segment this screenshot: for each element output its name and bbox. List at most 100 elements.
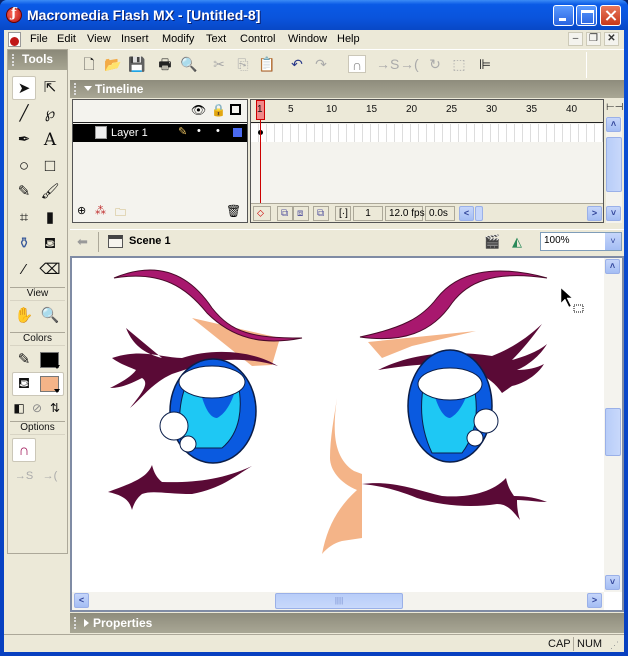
redo-icon[interactable]: ↷: [312, 55, 330, 73]
stage-canvas[interactable]: [72, 258, 604, 592]
doc-restore-button[interactable]: ❐: [586, 32, 601, 46]
scroll-up-button[interactable]: ˄: [606, 117, 621, 132]
back-arrow-icon[interactable]: ⬅: [77, 234, 88, 250]
new-file-icon[interactable]: 🗋: [80, 55, 98, 73]
scroll-left-button[interactable]: <: [459, 206, 474, 221]
stage-vscroll[interactable]: ˄ ˅: [604, 258, 622, 592]
smooth-option-icon[interactable]: →S: [12, 464, 36, 488]
align-icon[interactable]: ⊫: [476, 55, 494, 73]
menu-edit[interactable]: Edit: [57, 33, 76, 45]
straighten-option-icon[interactable]: →(: [38, 464, 62, 488]
frame-view-menu-icon[interactable]: ⊢⊣: [606, 99, 623, 117]
menu-text[interactable]: Text: [206, 33, 226, 45]
menu-view[interactable]: View: [87, 33, 111, 45]
properties-panel-header[interactable]: Properties: [70, 613, 624, 633]
no-color-icon[interactable]: ⊘: [28, 396, 46, 420]
open-folder-icon[interactable]: 📂: [104, 55, 122, 73]
free-transform-tool-icon[interactable]: ⌗: [12, 206, 36, 230]
copy-icon[interactable]: ⎘: [234, 55, 252, 73]
menu-file[interactable]: File: [30, 33, 48, 45]
save-icon[interactable]: 💾: [128, 55, 146, 73]
doc-minimize-button[interactable]: –: [568, 32, 583, 46]
chevron-down-icon[interactable]: ˅: [605, 233, 621, 250]
menu-help[interactable]: Help: [337, 33, 360, 45]
text-tool-icon[interactable]: A: [38, 128, 62, 152]
scroll-down-button[interactable]: ˅: [606, 206, 621, 221]
paste-icon[interactable]: 📋: [258, 55, 276, 73]
oval-tool-icon[interactable]: ○: [12, 154, 36, 178]
fill-color-swatch[interactable]: [40, 376, 60, 393]
layer-row[interactable]: Layer 1 ✎ • •: [73, 124, 247, 142]
frame-row[interactable]: [251, 124, 603, 142]
add-guide-layer-icon[interactable]: ⁂: [95, 204, 106, 217]
print-preview-icon[interactable]: 🔍: [180, 55, 198, 73]
collapse-arrow-icon[interactable]: [84, 86, 92, 91]
lock-dot-icon[interactable]: •: [216, 125, 220, 137]
scene-label[interactable]: Scene 1: [129, 235, 171, 247]
hand-tool-icon[interactable]: ✋: [12, 304, 36, 328]
menu-control[interactable]: Control: [240, 33, 275, 45]
eye-icon[interactable]: 👁: [191, 103, 206, 117]
default-colors-icon[interactable]: ◧: [10, 396, 28, 420]
zoom-select[interactable]: 100% ˅: [540, 232, 622, 251]
ink-bottle-tool-icon[interactable]: ⚱: [12, 232, 36, 256]
straighten-icon[interactable]: →(: [400, 55, 419, 73]
menu-window[interactable]: Window: [288, 33, 327, 45]
scroll-up-button[interactable]: ˄: [605, 259, 620, 274]
scroll-right-button[interactable]: >: [587, 593, 602, 608]
title-bar[interactable]: Macromedia Flash MX - [Untitled-8]: [0, 0, 628, 30]
visible-dot-icon[interactable]: •: [197, 125, 201, 137]
timeline-header[interactable]: Timeline: [70, 80, 624, 98]
smooth-icon[interactable]: →S: [376, 55, 399, 73]
edit-multiple-frames-icon[interactable]: ⧉: [313, 206, 329, 221]
fill-transform-tool-icon[interactable]: ▮: [38, 206, 62, 230]
print-icon[interactable]: 🖶: [156, 55, 174, 73]
timeline-vscroll[interactable]: ˄ ˅: [606, 117, 622, 223]
arrow-tool-icon[interactable]: ➤: [12, 76, 36, 100]
resize-grip-icon[interactable]: ⋰: [610, 640, 619, 651]
insert-layer-icon[interactable]: ⊕: [77, 204, 86, 217]
zoom-tool-icon[interactable]: 🔍: [38, 304, 62, 328]
paint-bucket-tool-icon[interactable]: ⛾: [38, 232, 62, 256]
insert-folder-icon[interactable]: 🗀: [115, 204, 126, 223]
modify-onion-markers-icon[interactable]: [·]: [335, 206, 351, 221]
brush-tool-icon[interactable]: 🖌: [38, 180, 62, 204]
undo-icon[interactable]: ↶: [288, 55, 306, 73]
scroll-right-button[interactable]: >: [587, 206, 602, 221]
minimize-button[interactable]: [553, 5, 574, 26]
swap-colors-icon[interactable]: ⇅: [46, 396, 64, 420]
lock-icon[interactable]: 🔒: [211, 103, 226, 117]
outline-icon[interactable]: [230, 104, 241, 115]
expand-arrow-icon[interactable]: [84, 619, 89, 627]
close-button[interactable]: [600, 5, 621, 26]
eyedropper-tool-icon[interactable]: ⁄: [12, 258, 36, 282]
timeline-hscroll-thumb[interactable]: [475, 206, 483, 221]
subselection-tool-icon[interactable]: ⇱: [38, 76, 62, 100]
center-frame-icon[interactable]: ⬦: [253, 206, 271, 221]
stage-hscroll[interactable]: < |||| >: [72, 592, 604, 610]
frame-rate-field[interactable]: 12.0 fps: [385, 206, 425, 221]
scroll-down-button[interactable]: ˅: [605, 575, 620, 590]
maximize-button[interactable]: [576, 5, 597, 26]
document-icon[interactable]: [8, 32, 21, 47]
onion-skin-icon[interactable]: ⧉: [277, 206, 293, 221]
edit-scene-icon[interactable]: 🎬: [484, 234, 500, 250]
pen-tool-icon[interactable]: ✒: [12, 128, 36, 152]
eraser-tool-icon[interactable]: ⌫: [38, 258, 62, 282]
stage-vscroll-thumb[interactable]: [605, 408, 621, 456]
lasso-tool-icon[interactable]: ℘: [38, 102, 62, 126]
snap-magnet-icon[interactable]: ∩: [348, 55, 366, 73]
scroll-left-button[interactable]: <: [74, 593, 89, 608]
cut-icon[interactable]: ✂: [210, 55, 228, 73]
stroke-color-swatch[interactable]: [40, 352, 60, 369]
layer-color-icon[interactable]: [233, 128, 242, 137]
tools-panel-header[interactable]: Tools: [8, 50, 67, 70]
delete-layer-icon[interactable]: 🗑: [226, 204, 241, 218]
stage-hscroll-thumb[interactable]: ||||: [275, 593, 403, 609]
snap-magnet-option-icon[interactable]: ∩: [12, 438, 36, 462]
line-tool-icon[interactable]: ╱: [12, 102, 36, 126]
menu-insert[interactable]: Insert: [121, 33, 149, 45]
edit-symbols-icon[interactable]: ◭: [512, 234, 522, 250]
pencil-tool-icon[interactable]: ✎: [12, 180, 36, 204]
doc-close-button[interactable]: ✕: [604, 32, 619, 46]
